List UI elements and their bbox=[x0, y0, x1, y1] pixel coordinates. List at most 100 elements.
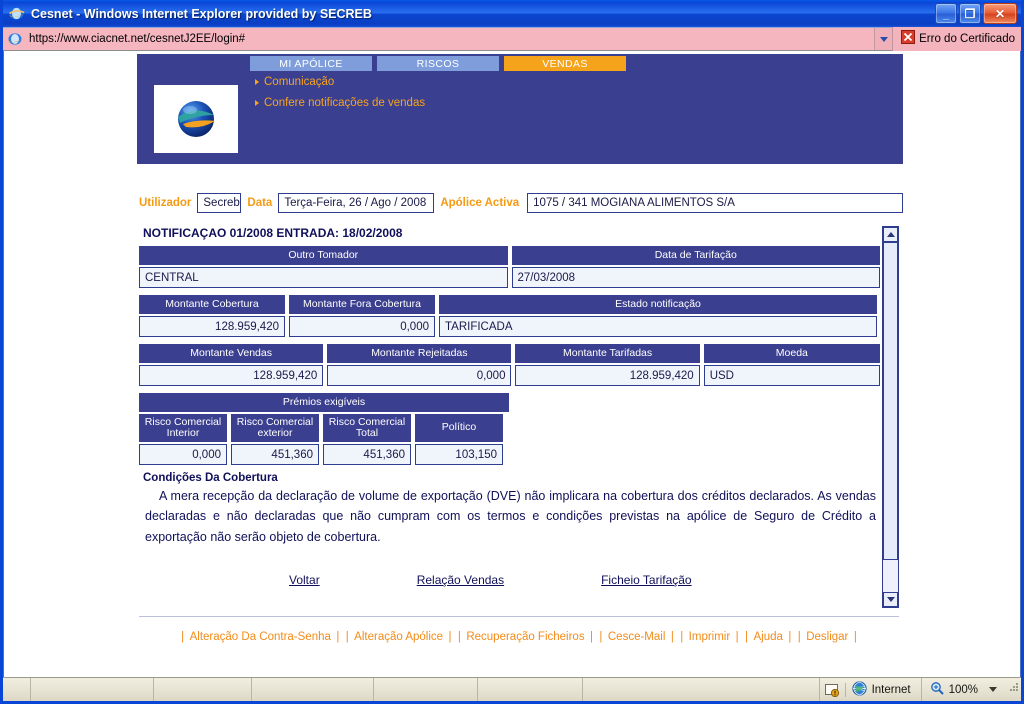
table-header-row: Risco Comercial Interior Risco Comercial… bbox=[139, 414, 880, 442]
header-line-2: exterior bbox=[257, 427, 293, 439]
status-left-cells bbox=[3, 678, 820, 701]
certificate-error-label: Erro do Certificado bbox=[919, 33, 1015, 45]
field-montante-fora-cobertura[interactable]: 0,000 bbox=[289, 316, 435, 337]
chevron-down-icon[interactable] bbox=[989, 687, 997, 692]
policy-value: 1075 / 341 MOGIANA ALIMENTOS S/A bbox=[527, 193, 903, 213]
field-montante-cobertura[interactable]: 128.959,420 bbox=[139, 316, 285, 337]
footer-link-alteracao-apolice[interactable]: Alteração Apólice bbox=[353, 631, 444, 643]
field-data-tarificacao[interactable]: 27/03/2008 bbox=[511, 267, 880, 288]
status-cell bbox=[478, 678, 583, 701]
status-bar: Internet 100% bbox=[3, 677, 1021, 701]
column-header-risco-comercial-exterior: Risco Comercial exterior bbox=[231, 414, 319, 442]
address-dropdown-button[interactable] bbox=[874, 28, 893, 50]
secondary-nav: Comunicação Confere notificações de vend… bbox=[255, 76, 425, 109]
site-header: MI APÓLICE RISCOS VENDAS Comunicação Con… bbox=[137, 54, 903, 164]
table-header-row: Montante Cobertura Montante Fora Cobertu… bbox=[139, 295, 880, 314]
user-label: Utilizador bbox=[139, 197, 192, 209]
column-header-risco-comercial-interior: Risco Comercial Interior bbox=[139, 414, 227, 442]
zoom-level-label: 100% bbox=[948, 683, 978, 696]
column-header-montante-vendas: Montante Vendas bbox=[139, 344, 324, 363]
address-url-text: https://www.ciacnet.net/cesnetJ2EE/login… bbox=[29, 33, 246, 45]
tab-label: RISCOS bbox=[416, 57, 460, 70]
separator: | | bbox=[448, 631, 461, 643]
window-title: Cesnet - Windows Internet Explorer provi… bbox=[31, 6, 372, 21]
field-risco-comercial-interior[interactable]: 0,000 bbox=[139, 444, 227, 465]
field-moeda[interactable]: USD bbox=[703, 365, 880, 386]
footer-link-ajuda[interactable]: Ajuda bbox=[752, 631, 783, 643]
nav-link-comunicacao[interactable]: Comunicação bbox=[255, 76, 425, 88]
header-line-2: Interior bbox=[166, 427, 200, 439]
field-montante-rejeitadas[interactable]: 0,000 bbox=[327, 365, 512, 386]
resize-grip-icon[interactable] bbox=[1005, 678, 1021, 701]
scroll-down-button[interactable] bbox=[883, 592, 898, 607]
nav-link-label: Confere notificações de vendas bbox=[264, 97, 426, 109]
separator: | | bbox=[590, 631, 603, 643]
tab-label: MI APÓLICE bbox=[279, 57, 343, 70]
scrollbar-thumb[interactable] bbox=[883, 242, 898, 560]
column-header-premios-exigiveis: Prémios exigíveis bbox=[139, 393, 509, 412]
link-voltar[interactable]: Voltar bbox=[289, 573, 320, 587]
primary-tabs: MI APÓLICE RISCOS VENDAS bbox=[250, 56, 626, 71]
footer-link-recuperacao-ficheiros[interactable]: Recuperação Ficheiros bbox=[465, 631, 585, 643]
minimize-button[interactable]: _ bbox=[935, 3, 957, 24]
field-risco-comercial-total[interactable]: 451,360 bbox=[323, 444, 411, 465]
link-relacao-vendas[interactable]: Relação Vendas bbox=[417, 573, 504, 587]
column-header-montante-cobertura: Montante Cobertura bbox=[139, 295, 285, 314]
page-content: MI APÓLICE RISCOS VENDAS Comunicação Con… bbox=[137, 54, 903, 645]
zoom-magnifier-icon bbox=[930, 681, 944, 698]
maximize-button[interactable]: ❐ bbox=[959, 3, 981, 24]
bullet-arrow-icon bbox=[255, 79, 259, 85]
conditions-text: A mera recepção da declaração de volume … bbox=[145, 489, 876, 544]
status-cell bbox=[3, 678, 31, 701]
window-controls: _ ❐ ✕ bbox=[935, 3, 1017, 24]
footer-link-desligar[interactable]: Desligar bbox=[805, 631, 849, 643]
separator: | | bbox=[735, 631, 749, 643]
company-globe-logo bbox=[154, 85, 238, 153]
scroll-down-arrow-icon bbox=[886, 597, 895, 602]
nav-link-confere-notificacoes[interactable]: Confere notificações de vendas bbox=[255, 97, 425, 109]
table-row: 128.959,420 0,000 TARIFICADA bbox=[139, 316, 880, 337]
status-cell bbox=[154, 678, 252, 701]
user-info-bar: Utilizador Secreb Data Terça-Feira, 26 /… bbox=[139, 192, 903, 214]
table-group-header-row: Prémios exigíveis bbox=[139, 393, 880, 412]
column-header-montante-rejeitadas: Montante Rejeitadas bbox=[327, 344, 512, 363]
field-montante-vendas[interactable]: 128.959,420 bbox=[139, 365, 324, 386]
field-politico[interactable]: 103,150 bbox=[415, 444, 503, 465]
maximize-icon: ❐ bbox=[964, 6, 976, 21]
bullet-arrow-icon bbox=[255, 100, 259, 106]
link-ficheio-tarifacao[interactable]: Ficheio Tarifação bbox=[601, 573, 692, 587]
date-value: Terça-Feira, 26 / Ago / 2008 bbox=[278, 193, 435, 213]
chevron-down-icon bbox=[879, 36, 888, 42]
internet-zone-label: Internet bbox=[871, 683, 911, 696]
tab-vendas[interactable]: VENDAS bbox=[504, 56, 626, 71]
vertical-scrollbar[interactable] bbox=[882, 226, 899, 608]
footer-link-cesce-mail[interactable]: Cesce-Mail bbox=[607, 631, 667, 643]
column-header-data-tarificacao: Data de Tarifação bbox=[511, 246, 880, 265]
tab-mi-apolice[interactable]: MI APÓLICE bbox=[250, 56, 372, 71]
certificate-error-button[interactable]: Erro do Certificado bbox=[892, 27, 1021, 51]
nav-link-label: Comunicação bbox=[264, 76, 335, 88]
security-warning-icon[interactable] bbox=[820, 682, 846, 697]
table-header-row: Outro Tomador Data de Tarifação bbox=[139, 246, 880, 265]
field-estado-notificacao[interactable]: TARIFICADA bbox=[439, 316, 877, 337]
date-label: Data bbox=[247, 197, 273, 209]
footer-link-imprimir[interactable]: Imprimir bbox=[688, 631, 732, 643]
field-outro-tomador[interactable]: CENTRAL bbox=[139, 267, 508, 288]
policy-label: Apólice Activa bbox=[440, 197, 520, 209]
zoom-control[interactable]: 100% bbox=[922, 678, 1005, 701]
scrollbar-track[interactable] bbox=[883, 242, 898, 592]
close-icon: ✕ bbox=[994, 6, 1006, 21]
tab-riscos[interactable]: RISCOS bbox=[377, 56, 499, 71]
footer-link-alteracao-contra-senha[interactable]: Alteração Da Contra-Senha bbox=[189, 631, 332, 643]
document-body: NOTIFICAÇAO 01/2008 ENTRADA: 18/02/2008 … bbox=[139, 226, 882, 608]
field-montante-tarifadas[interactable]: 128.959,420 bbox=[515, 365, 700, 386]
header-line-1: Político bbox=[441, 421, 477, 434]
address-input[interactable]: https://www.ciacnet.net/cesnetJ2EE/login… bbox=[3, 28, 875, 50]
scroll-up-button[interactable] bbox=[883, 227, 898, 242]
close-button[interactable]: ✕ bbox=[983, 3, 1017, 24]
field-risco-comercial-exterior[interactable]: 451,360 bbox=[231, 444, 319, 465]
security-zone-indicator[interactable]: Internet bbox=[846, 678, 922, 701]
column-header-politico: Político bbox=[415, 414, 503, 442]
status-cell bbox=[31, 678, 154, 701]
column-header-montante-fora-cobertura: Montante Fora Cobertura bbox=[289, 295, 435, 314]
